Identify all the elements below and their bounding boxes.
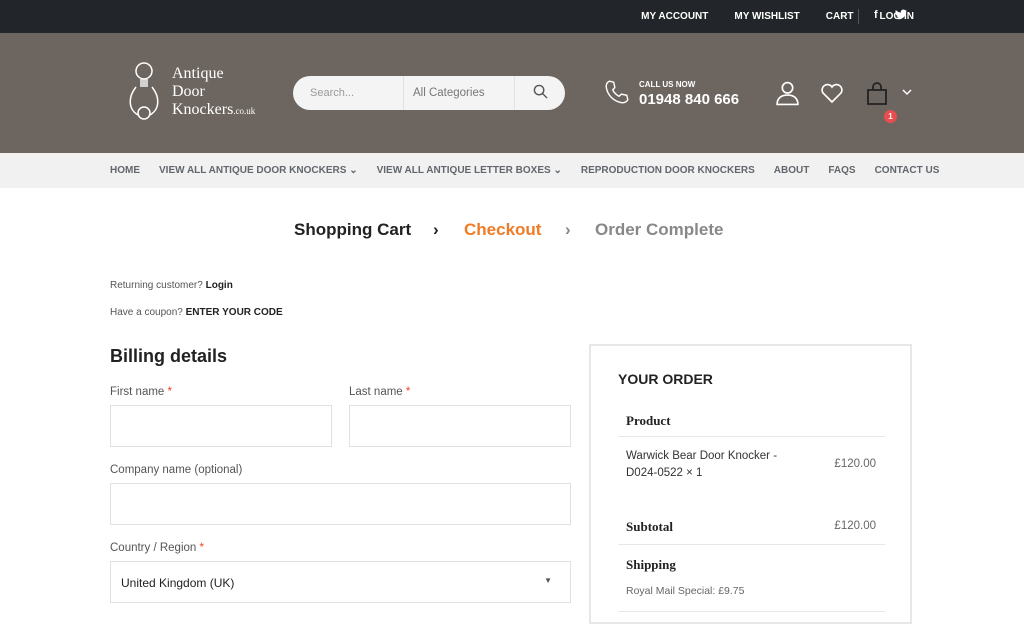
site-logo[interactable]: Antique Door Knockers.co.uk [126,61,266,129]
subtotal-label: Subtotal [626,519,673,534]
label-text: First name [110,386,165,398]
shipping-option[interactable]: Royal Mail Special: £9.75 [626,583,744,600]
required-marker: * [199,542,204,554]
phone-number[interactable]: 01948 840 666 [639,91,739,108]
company-input[interactable] [110,483,571,525]
shipping-label: Shipping [626,557,676,572]
country-label: Country / Region * [110,542,204,554]
twitter-icon[interactable] [895,9,907,23]
company-label: Company name (optional) [110,464,243,476]
top-bar: MY ACCOUNT MY WISHLIST CART LOG IN f [0,0,1024,33]
door-knocker-logo-icon [129,62,159,120]
chevron-right-icon: › [565,220,571,239]
divider [858,9,859,24]
required-marker: * [405,386,411,398]
nav-about[interactable]: ABOUT [774,165,810,176]
cart-link[interactable]: CART [826,11,854,22]
divider [618,436,885,437]
country-value: United Kingdom (UK) [121,576,235,590]
nav-label: VIEW ALL ANTIQUE LETTER BOXES [376,165,551,176]
last-name-label: Last name * [349,386,410,398]
nav-reproduction[interactable]: REPRODUCTION DOOR KNOCKERS [581,165,755,176]
chevron-down-icon[interactable] [902,89,912,96]
item-name-line: D024-0522 × 1 [626,467,703,479]
nav-door-knockers[interactable]: VIEW ALL ANTIQUE DOOR KNOCKERS ⌄ [159,165,358,176]
step-shopping-cart[interactable]: Shopping Cart [294,220,411,240]
first-name-label: First name * [110,386,172,398]
logo-text: Knockers [172,101,234,118]
divider [618,544,885,545]
login-link[interactable]: Login [206,280,233,291]
notice-text: Have a coupon? [110,307,183,318]
country-select[interactable]: United Kingdom (UK) ▼ [110,561,571,603]
phone-icon [605,80,629,104]
notice-text: Returning customer? [110,280,203,291]
dropdown-arrow-icon: ▼ [544,576,552,585]
wishlist-heart-icon[interactable] [820,82,844,104]
divider [618,611,885,612]
enter-coupon-link[interactable]: ENTER YOUR CODE [186,307,283,318]
nav-label: VIEW ALL ANTIQUE DOOR KNOCKERS [159,165,347,176]
main-nav: HOME VIEW ALL ANTIQUE DOOR KNOCKERS ⌄ VI… [0,153,1024,188]
call-us: CALL US NOW 01948 840 666 [604,79,739,110]
search-input[interactable]: Search... [293,87,403,99]
last-name-input[interactable] [349,405,571,447]
step-order-complete: Order Complete [595,220,724,239]
order-summary: YOUR ORDER Product Warwick Bear Door Kno… [589,344,912,624]
search-bar: Search... All Categories [293,76,565,110]
first-name-input[interactable] [110,405,332,447]
product-header: Product [626,413,671,428]
my-wishlist-link[interactable]: MY WISHLIST [734,11,799,22]
search-icon [533,84,548,99]
nav-faqs[interactable]: FAQS [828,165,855,176]
logo-text: Door [172,83,205,100]
chevron-right-icon: › [433,220,439,239]
label-text: Last name [349,386,403,398]
chevron-down-icon: ⌄ [553,165,562,176]
step-checkout: Checkout [464,220,542,239]
chevron-down-icon: ⌄ [349,165,358,176]
category-select[interactable]: All Categories [403,76,515,110]
user-icon[interactable] [775,80,800,106]
call-label: CALL US NOW [639,80,696,89]
coupon-notice: Have a coupon? ENTER YOUR CODE [110,307,283,318]
required-marker: * [167,386,173,398]
facebook-icon[interactable]: f [874,9,878,21]
nav-home[interactable]: HOME [110,165,140,176]
item-price: £120.00 [834,458,876,470]
billing-title: Billing details [110,346,228,366]
nav-letter-boxes[interactable]: VIEW ALL ANTIQUE LETTER BOXES ⌄ [377,165,562,176]
site-header: Antique Door Knockers.co.uk Search... All … [0,33,1024,153]
logo-suffix: .co.uk [233,106,256,116]
logo-text: Antique [172,65,224,82]
returning-customer-notice: Returning customer? Login [110,280,233,291]
cart-bag-icon[interactable] [865,82,889,106]
item-name-line: Warwick Bear Door Knocker - [626,450,778,462]
subtotal-value: £120.00 [834,520,876,532]
cart-count-badge: 1 [884,110,897,123]
search-button[interactable] [515,84,565,102]
order-item-name: Warwick Bear Door Knocker - D024-0522 × 1 [626,448,777,482]
my-account-link[interactable]: MY ACCOUNT [641,11,708,22]
order-title: YOUR ORDER [618,371,713,387]
nav-contact[interactable]: CONTACT US [875,165,940,176]
label-text: Country / Region [110,542,197,554]
